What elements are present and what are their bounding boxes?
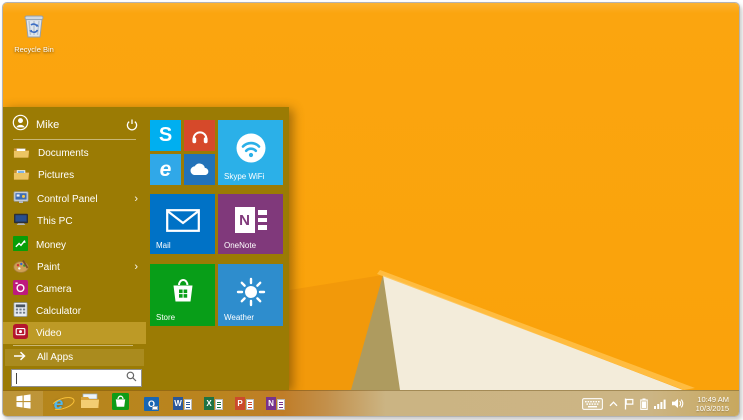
clock-date: 10/3/2015 (695, 403, 729, 413)
outlook-icon: O (144, 396, 159, 411)
store-icon (112, 392, 129, 415)
excel-icon: X (204, 397, 223, 410)
network-signal-icon[interactable] (653, 399, 666, 409)
tile-internet-explorer[interactable]: e (150, 154, 181, 185)
skype-icon: S (158, 124, 173, 146)
volume-icon[interactable] (671, 398, 684, 409)
battery-icon[interactable] (639, 398, 648, 410)
onenote-icon: N (266, 397, 285, 410)
show-hidden-chevron-icon[interactable] (609, 400, 618, 407)
user-row: Mike (12, 113, 140, 137)
menu-separator (13, 345, 133, 346)
tile-skype-wifi[interactable]: Skype WiFi (218, 120, 283, 185)
tile-skype[interactable]: S (150, 120, 181, 151)
all-apps-arrow-icon (13, 351, 27, 364)
all-apps-label: All Apps (37, 352, 74, 363)
menu-item-camera[interactable]: Camera (3, 278, 146, 300)
user-avatar-icon (12, 114, 29, 136)
menu-item-video[interactable]: Video (3, 322, 146, 344)
tile-label: Mail (156, 241, 171, 250)
file-explorer-icon (80, 393, 100, 414)
system-tray: 10:49 AM 10/3/2015 (581, 395, 739, 413)
this-pc-icon (13, 213, 29, 229)
start-search-input[interactable] (19, 372, 126, 384)
windows-start-icon (15, 393, 31, 414)
menu-item-this-pc[interactable]: This PC (3, 210, 146, 232)
recycle-bin-icon (21, 15, 47, 43)
submenu-chevron-icon: › (134, 261, 138, 273)
tile-mail[interactable]: Mail (150, 194, 215, 254)
taskbar-store-button[interactable] (105, 391, 136, 416)
taskbar-internet-explorer-button[interactable]: e (43, 391, 74, 416)
calculator-icon (13, 302, 28, 320)
taskbar-outlook-button[interactable]: O (136, 391, 167, 416)
paint-icon (13, 259, 29, 276)
search-icon[interactable] (126, 369, 137, 387)
tile-label: Skype WiFi (224, 172, 265, 181)
action-center-flag-icon[interactable] (624, 398, 634, 410)
onenote-icon: N (234, 207, 267, 233)
internet-explorer-icon: e (53, 393, 64, 413)
taskbar-file-explorer-button[interactable] (74, 391, 105, 416)
start-search-box[interactable] (11, 369, 142, 387)
menu-item-money[interactable]: Money (3, 234, 146, 256)
camera-icon (13, 280, 28, 298)
word-icon: W (173, 397, 192, 410)
taskbar-excel-button[interactable]: X (198, 391, 229, 416)
tile-label: OneNote (224, 241, 257, 250)
screen: Recycle Bin Mike Documents Pictures Cont… (2, 2, 740, 417)
user-name[interactable]: Mike (36, 119, 117, 131)
documents-folder-icon (13, 145, 30, 162)
tile-onedrive[interactable] (184, 154, 215, 185)
start-menu: Mike Documents Pictures Control Panel › … (3, 107, 289, 390)
screenshot-frame: Recycle Bin Mike Documents Pictures Cont… (0, 0, 743, 420)
taskbar-clock[interactable]: 10:49 AM 10/3/2015 (690, 395, 735, 413)
start-menu-left-column: Mike Documents Pictures Control Panel › … (3, 107, 146, 390)
power-button[interactable] (124, 117, 140, 133)
tile-label: Store (156, 313, 176, 322)
headphones-icon (184, 120, 215, 151)
tile-onenote[interactable]: N OneNote (218, 194, 283, 254)
recycle-bin-label: Recycle Bin (14, 45, 54, 54)
clock-time: 10:49 AM (697, 394, 729, 404)
keyboard-icon[interactable] (581, 397, 603, 410)
internet-explorer-icon: e (159, 157, 172, 181)
tile-label: Weather (224, 313, 255, 322)
menu-item-documents[interactable]: Documents (3, 142, 146, 164)
start-menu-tiles: S e Skype WiFi Mail N OneNote Store Weat… (150, 107, 289, 390)
onedrive-cloud-icon (184, 154, 215, 185)
taskbar: e O W X P N 10:49 AM 10/3/2015 (3, 390, 739, 416)
text-caret (16, 372, 17, 384)
menu-item-pictures[interactable]: Pictures (3, 164, 146, 186)
all-apps-button[interactable]: All Apps (5, 349, 144, 366)
menu-separator (13, 139, 136, 140)
tile-music[interactable] (184, 120, 215, 151)
submenu-chevron-icon: › (134, 193, 138, 205)
taskbar-word-button[interactable]: W (167, 391, 198, 416)
pictures-folder-icon (13, 167, 30, 184)
menu-item-control-panel[interactable]: Control Panel › (3, 188, 146, 210)
menu-items: Documents Pictures Control Panel › This … (3, 142, 146, 344)
powerpoint-icon: P (235, 397, 254, 410)
tile-store[interactable]: Store (150, 264, 215, 326)
taskbar-onenote-button[interactable]: N (260, 391, 291, 416)
desktop: Recycle Bin Mike Documents Pictures Cont… (3, 3, 739, 390)
start-button[interactable] (3, 391, 43, 416)
menu-item-paint[interactable]: Paint › (3, 256, 146, 278)
control-panel-icon (13, 191, 29, 207)
menu-item-calculator[interactable]: Calculator (3, 300, 146, 322)
money-icon (13, 236, 28, 254)
taskbar-powerpoint-button[interactable]: P (229, 391, 260, 416)
tile-weather[interactable]: Weather (218, 264, 283, 326)
recycle-bin-desktop-icon[interactable]: Recycle Bin (11, 11, 57, 54)
video-icon (13, 324, 28, 342)
